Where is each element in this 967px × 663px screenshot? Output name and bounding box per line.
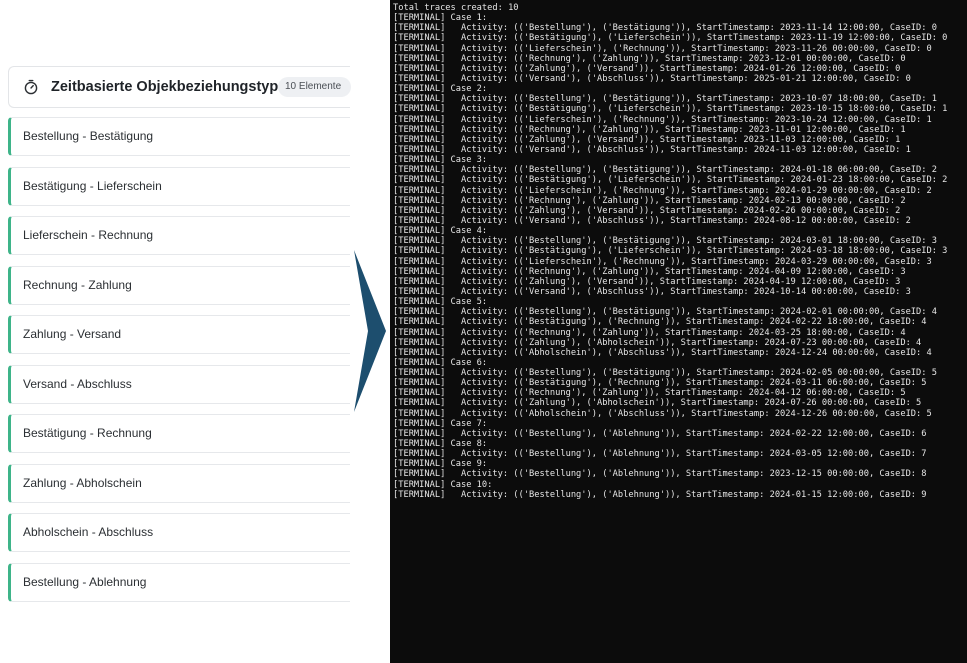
element-count-badge: 10 Elemente: [278, 77, 351, 97]
relation-type-item[interactable]: Rechnung - Zahlung: [8, 265, 350, 305]
terminal-line: [TERMINAL] Activity: (('Bestellung'), ('…: [393, 94, 937, 105]
terminal-line: [TERMINAL] Activity: (('Bestellung'), ('…: [393, 307, 937, 318]
terminal-line: [TERMINAL] Activity: (('Bestellung'), ('…: [393, 165, 937, 176]
relation-type-label: Bestätigung - Rechnung: [23, 426, 152, 440]
terminal-line: [TERMINAL] Case 4:: [393, 226, 488, 237]
terminal-line: [TERMINAL] Case 10:: [393, 479, 493, 490]
terminal-line: Total traces created: 10: [393, 3, 519, 13]
terminal-line: [TERMINAL] Activity: (('Rechnung'), ('Za…: [393, 327, 906, 338]
terminal-line: [TERMINAL] Activity: (('Bestätigung'), (…: [393, 378, 927, 389]
terminal-line: [TERMINAL] Activity: (('Rechnung'), ('Za…: [393, 53, 906, 64]
terminal-line: [TERMINAL] Activity: (('Zahlung'), ('Ver…: [393, 63, 901, 74]
relation-type-item[interactable]: Bestätigung - Rechnung: [8, 414, 350, 453]
panel-header: Zeitbasierte Objekbeziehungstypen 10 Ele…: [8, 66, 351, 108]
panel-title: Zeitbasierte Objekbeziehungstypen: [51, 79, 296, 95]
timer-icon: [24, 79, 38, 95]
relation-type-label: Bestätigung - Lieferschein: [23, 178, 162, 193]
terminal-line: [TERMINAL] Activity: (('Lieferschein'), …: [393, 185, 932, 196]
object-relation-types-panel: Zeitbasierte Objekbeziehungstypen 10 Ele…: [0, 0, 351, 663]
terminal-line: [TERMINAL] Case 7:: [393, 418, 488, 429]
terminal-line: [TERMINAL] Case 5:: [393, 297, 488, 308]
relation-type-label: Zahlung - Abholschein: [23, 475, 142, 490]
terminal-line: [TERMINAL] Activity: (('Bestätigung'), (…: [393, 33, 948, 44]
terminal-line: [TERMINAL] Activity: (('Zahlung'), ('Ver…: [393, 276, 901, 287]
relation-type-item[interactable]: Bestätigung - Lieferschein: [8, 166, 350, 206]
terminal-line: [TERMINAL] Activity: (('Abholschein'), (…: [393, 408, 932, 419]
terminal-line: [TERMINAL] Activity: (('Bestätigung'), (…: [393, 246, 948, 257]
terminal-line: [TERMINAL] Activity: (('Zahlung'), ('Abh…: [393, 398, 922, 409]
terminal-line: [TERMINAL] Activity: (('Lieferschein'), …: [393, 114, 932, 125]
terminal-output: Total traces created: 10 [TERMINAL] Case …: [390, 0, 967, 663]
terminal-line: [TERMINAL] Activity: (('Bestellung'), ('…: [393, 469, 927, 480]
terminal-line: [TERMINAL] Activity: (('Rechnung'), ('Za…: [393, 388, 906, 399]
terminal-line: [TERMINAL] Case 2:: [393, 84, 488, 95]
terminal-line: [TERMINAL] Activity: (('Bestätigung'), (…: [393, 104, 948, 115]
relation-type-label: Lieferschein - Rechnung: [23, 228, 154, 242]
terminal-line: [TERMINAL] Case 9:: [393, 459, 488, 470]
relation-type-item[interactable]: Zahlung - Abholschein: [8, 463, 350, 503]
terminal-line: [TERMINAL] Activity: (('Bestätigung'), (…: [393, 317, 927, 328]
relation-type-item[interactable]: Versand - Abschluss: [8, 364, 350, 404]
terminal-line: [TERMINAL] Activity: (('Versand'), ('Abs…: [393, 73, 911, 84]
terminal-line: [TERMINAL] Case 6:: [393, 357, 488, 368]
terminal-line: [TERMINAL] Activity: (('Bestellung'), ('…: [393, 368, 937, 379]
terminal-line: [TERMINAL] Activity: (('Abholschein'), (…: [393, 347, 932, 358]
relation-type-label: Abholschein - Abschluss: [23, 525, 154, 539]
relation-type-item[interactable]: Lieferschein - Rechnung: [8, 216, 350, 255]
relation-type-item[interactable]: Bestellung - Bestätigung: [8, 117, 350, 156]
relation-type-label: Rechnung - Zahlung: [23, 277, 132, 292]
terminal-line: [TERMINAL] Case 8:: [393, 439, 488, 450]
terminal-line: [TERMINAL] Activity: (('Zahlung'), ('Ver…: [393, 205, 901, 216]
terminal-line: [TERMINAL] Activity: (('Versand'), ('Abs…: [393, 144, 911, 155]
terminal-line: [TERMINAL] Activity: (('Rechnung'), ('Za…: [393, 124, 906, 135]
relation-type-label: Zahlung - Versand: [23, 327, 122, 341]
relation-type-item[interactable]: Abholschein - Abschluss: [8, 513, 350, 552]
relation-type-list: Bestellung - Bestätigung Bestätigung - Li…: [8, 117, 350, 612]
terminal-line: [TERMINAL] Activity: (('Bestellung'), ('…: [393, 489, 927, 500]
relation-type-label: Versand - Abschluss: [23, 376, 132, 391]
terminal-line: [TERMINAL] Activity: (('Bestellung'), ('…: [393, 236, 937, 247]
terminal-line: [TERMINAL] Activity: (('Bestellung'), ('…: [393, 428, 927, 439]
terminal-line: [TERMINAL] Activity: (('Bestellung'), ('…: [393, 449, 927, 460]
relation-type-label: Bestellung - Ablehnung: [23, 574, 147, 589]
terminal-line: [TERMINAL] Activity: (('Zahlung'), ('Ver…: [393, 134, 901, 145]
relation-type-item[interactable]: Zahlung - Versand: [8, 315, 350, 354]
terminal-line: [TERMINAL] Activity: (('Versand'), ('Abs…: [393, 215, 911, 226]
terminal-line: [TERMINAL] Activity: (('Versand'), ('Abs…: [393, 286, 911, 297]
terminal-line: [TERMINAL] Activity: (('Bestätigung'), (…: [393, 175, 948, 186]
relation-type-label: Bestellung - Bestätigung: [23, 129, 154, 143]
terminal-line: [TERMINAL] Activity: (('Rechnung'), ('Za…: [393, 266, 906, 277]
terminal-line: [TERMINAL] Activity: (('Bestellung'), ('…: [393, 23, 937, 34]
terminal-line: [TERMINAL] Case 1:: [393, 13, 488, 24]
terminal-line: [TERMINAL] Activity: (('Lieferschein'), …: [393, 256, 932, 267]
terminal-line: [TERMINAL] Activity: (('Zahlung'), ('Abh…: [393, 337, 922, 348]
relation-type-item[interactable]: Bestellung - Ablehnung: [8, 562, 350, 602]
chevron-right-icon: [354, 250, 386, 412]
terminal-line: [TERMINAL] Case 3:: [393, 155, 488, 166]
terminal-line: [TERMINAL] Activity: (('Lieferschein'), …: [393, 43, 932, 54]
terminal-line: [TERMINAL] Activity: (('Rechnung'), ('Za…: [393, 195, 906, 206]
